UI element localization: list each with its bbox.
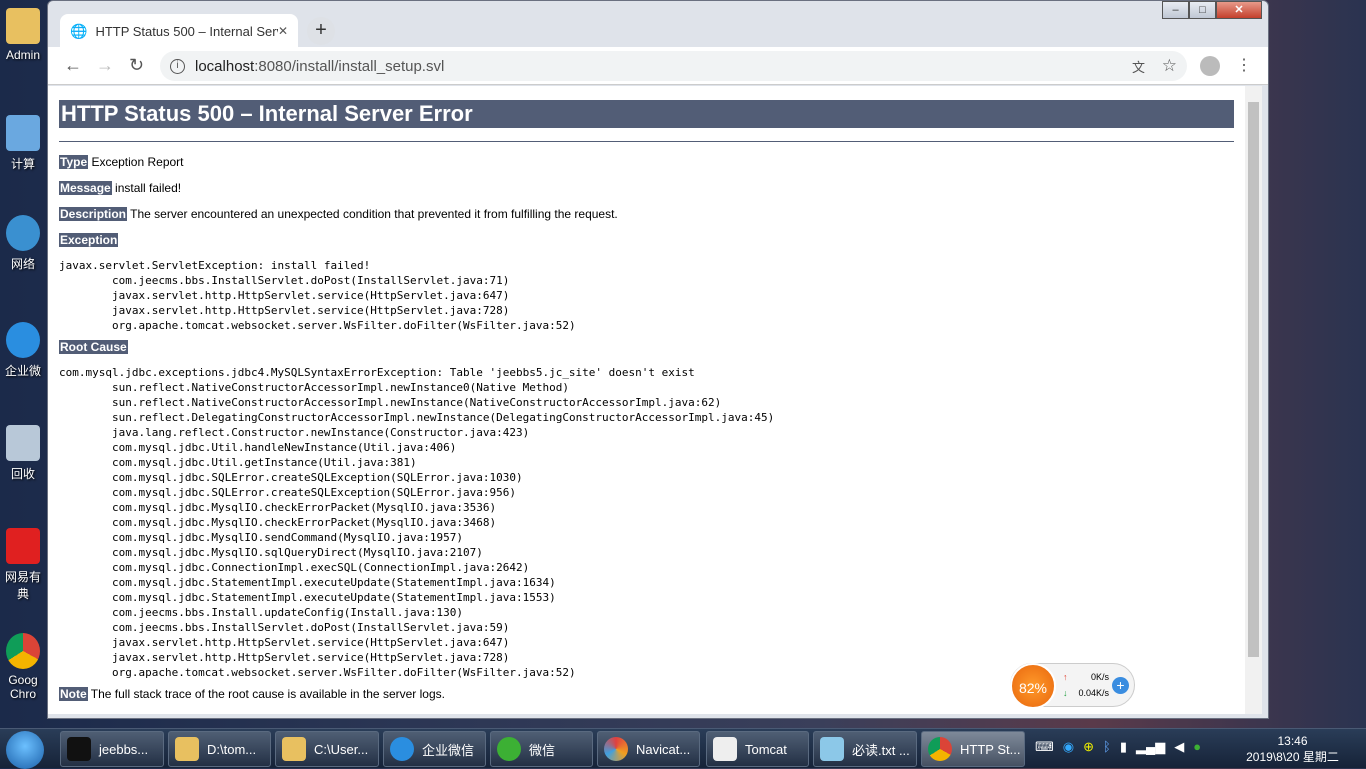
wechat-tray-icon[interactable]: ● (1193, 739, 1201, 755)
taskbar-item-wecom[interactable]: 企业微信 (383, 731, 486, 767)
power-icon[interactable]: ▮ (1120, 739, 1127, 755)
start-button[interactable] (6, 731, 44, 769)
taskbar-item-intellij[interactable]: jeebbs... (60, 731, 164, 767)
network-icon (6, 215, 40, 251)
volume-icon[interactable]: ◀ (1174, 739, 1184, 755)
close-window-button[interactable]: ✕ (1216, 1, 1262, 19)
desktop-icon-recycle-bin[interactable]: 回收 (0, 425, 46, 482)
close-tab-icon[interactable]: ✕ (278, 24, 288, 38)
description-row: Description The server encountered an un… (59, 207, 618, 221)
chrome-icon (928, 737, 952, 761)
minimize-button[interactable]: – (1162, 1, 1189, 19)
folder-icon (6, 8, 40, 44)
taskbar: jeebbs... D:\tom... C:\User... 企业微信 微信 N… (0, 728, 1366, 769)
desktop-icon-youdao[interactable]: 网易有 典 (0, 528, 46, 602)
maximize-button[interactable]: □ (1189, 1, 1216, 19)
root-cause-heading: Root Cause (59, 340, 128, 354)
root-cause-stack-trace: com.mysql.jdbc.exceptions.jdbc4.MySQLSyn… (59, 366, 775, 679)
taskbar-item-tomcat[interactable]: Tomcat (706, 731, 809, 767)
globe-icon: 🌐 (70, 22, 88, 39)
tab-http-status-500[interactable]: 🌐 HTTP Status 500 – Internal Server Erro… (60, 14, 298, 48)
signal-icon[interactable]: ▂▄▆ (1136, 739, 1165, 755)
page-content: HTTP Status 500 – Internal Server Error … (48, 86, 1245, 714)
exception-heading: Exception (59, 233, 119, 247)
desktop-icon-network[interactable]: 网络 (0, 215, 46, 272)
download-speed: ↓ 0.04K/s (1063, 688, 1109, 698)
navicat-icon (604, 737, 628, 761)
notepad-icon (820, 737, 844, 761)
browser-window: – □ ✕ 🌐 HTTP Status 500 – Internal Serve… (47, 0, 1269, 719)
security-plus-icon[interactable]: ⊕ (1083, 739, 1094, 755)
system-tray: ⌨ ◉ ⊕ ᛒ ▮ ▂▄▆ ◀ ● (1035, 739, 1201, 755)
keyboard-icon[interactable]: ⌨ (1035, 739, 1054, 755)
arrow-down-icon: ↓ (1063, 688, 1068, 698)
wecom-icon (390, 737, 414, 761)
taskbar-item-navicat[interactable]: Navicat... (597, 731, 700, 767)
desktop-icon-admin[interactable]: Admin (0, 8, 46, 62)
address-bar[interactable]: i localhost:8080/install/install_setup.s… (160, 51, 1187, 81)
upload-speed: ↑ 0K/s (1063, 672, 1109, 682)
message-row: Message install failed! (59, 181, 182, 195)
taskbar-item-explorer-c[interactable]: C:\User... (275, 731, 379, 767)
vertical-scrollbar[interactable] (1245, 86, 1262, 714)
scrollbar-thumb[interactable] (1248, 102, 1259, 657)
reload-icon[interactable]: ↻ (129, 55, 144, 76)
taskbar-item-notepad[interactable]: 必读.txt ... (813, 731, 917, 767)
taskbar-item-chrome[interactable]: HTTP St... (921, 731, 1025, 767)
folder-icon (175, 737, 199, 761)
info-icon[interactable]: i (170, 58, 185, 74)
network-speed-widget[interactable]: 82% ↑ 0K/s ↓ 0.04K/s + (1010, 663, 1135, 709)
desktop-icon-computer[interactable]: 计算 (0, 115, 46, 172)
wecom-icon (6, 322, 40, 358)
type-row: Type Exception Report (59, 155, 184, 169)
tencent-icon[interactable]: ◉ (1063, 739, 1074, 755)
folder-icon (282, 737, 306, 761)
youdao-icon (6, 528, 40, 564)
taskbar-item-explorer-d[interactable]: D:\tom... (168, 731, 271, 767)
java-icon (713, 737, 737, 761)
chrome-icon (6, 633, 40, 669)
taskbar-item-wechat[interactable]: 微信 (490, 731, 593, 767)
desktop-icon-wecom[interactable]: 企业微 (0, 322, 46, 379)
profile-avatar-icon[interactable] (1200, 56, 1220, 76)
bookmark-star-icon[interactable]: ☆ (1162, 56, 1177, 76)
memory-gauge: 82% (1010, 663, 1056, 709)
translate-icon[interactable]: 文 (1132, 57, 1145, 76)
intellij-icon (67, 737, 91, 761)
divider (59, 141, 1234, 142)
back-icon[interactable]: ← (64, 55, 82, 76)
clock[interactable]: 13:46 2019\8\20 星期二 (1240, 733, 1345, 765)
browser-toolbar: ← → ↻ i localhost:8080/install/install_s… (48, 47, 1268, 85)
menu-icon[interactable]: ⋮ (1236, 55, 1252, 75)
arrow-up-icon: ↑ (1063, 672, 1068, 682)
desktop-icon-chrome[interactable]: Goog Chro (0, 633, 46, 701)
forward-icon[interactable]: → (96, 55, 114, 76)
window-controls: – □ ✕ (1162, 1, 1262, 19)
page-title: HTTP Status 500 – Internal Server Error (59, 100, 1234, 128)
exception-stack-trace: javax.servlet.ServletException: install … (59, 259, 576, 332)
new-tab-button[interactable]: + (307, 17, 335, 45)
plus-icon[interactable]: + (1112, 677, 1129, 694)
wechat-icon (497, 737, 521, 761)
recycle-bin-icon (6, 425, 40, 461)
computer-icon (6, 115, 40, 151)
bluetooth-icon[interactable]: ᛒ (1103, 739, 1111, 755)
